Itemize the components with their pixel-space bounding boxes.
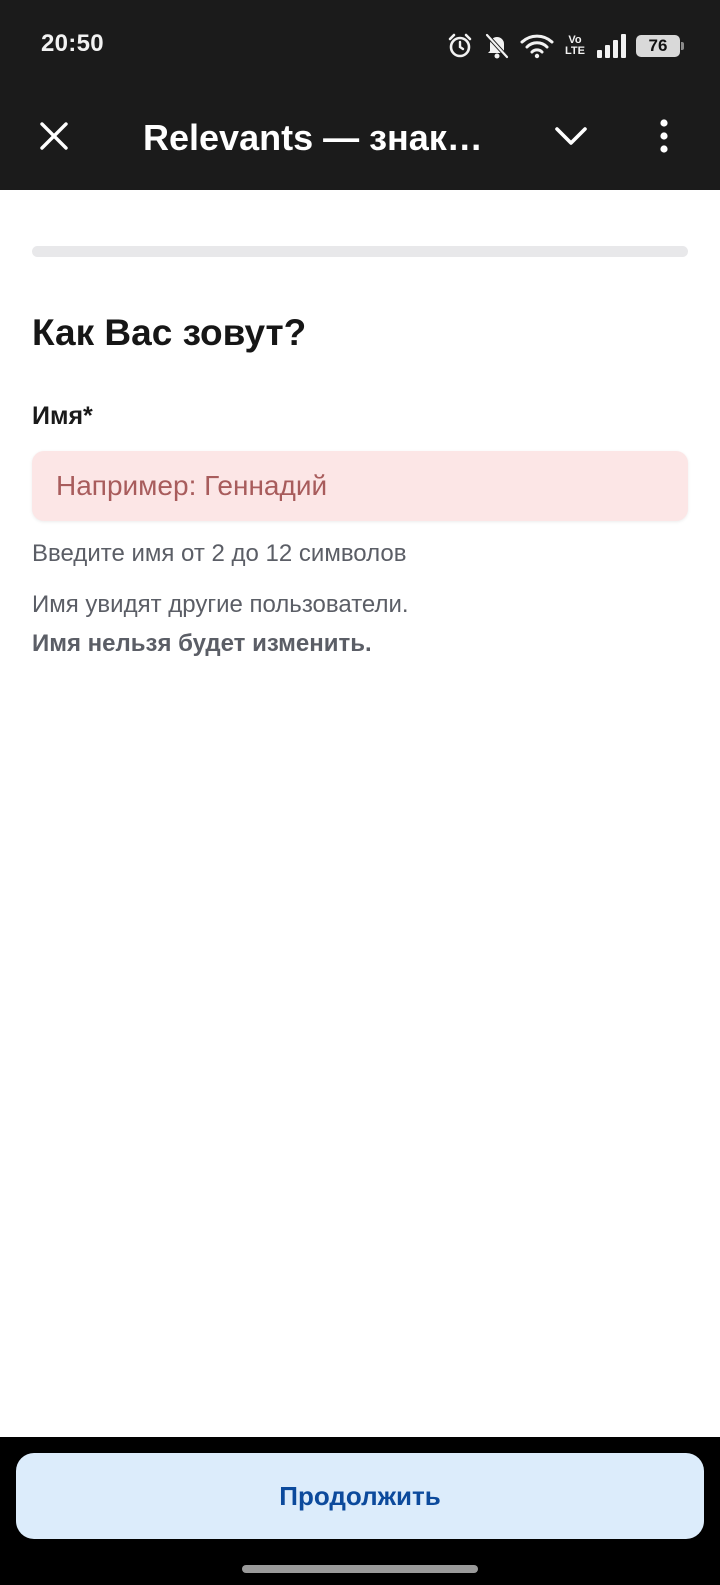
- status-icons: Vo LTE 76: [446, 30, 684, 62]
- volte-indicator: Vo LTE: [565, 34, 585, 57]
- continue-button[interactable]: Продолжить: [16, 1453, 704, 1539]
- signal-icon: [596, 34, 626, 58]
- name-field-label: Имя*: [32, 402, 93, 430]
- page-title-bar: Relevants — знак…: [143, 117, 483, 158]
- home-indicator[interactable]: [242, 1565, 478, 1573]
- close-icon: [39, 121, 69, 156]
- visibility-info: Имя увидят другие пользователи.: [32, 591, 409, 618]
- bell-muted-icon: [484, 32, 510, 60]
- status-time: 20:50: [41, 30, 104, 57]
- collapse-button[interactable]: [545, 112, 597, 164]
- status-bar: 20:50 Vo LTE 76: [0, 0, 720, 88]
- wifi-icon: [520, 33, 554, 59]
- chevron-down-icon: [554, 126, 588, 151]
- question-title: Как Вас зовут?: [32, 312, 307, 353]
- alarm-icon: [446, 32, 474, 60]
- battery-level: 76: [648, 36, 668, 55]
- app-toolbar: Relevants — знак…: [0, 88, 720, 190]
- immutable-warning: Имя нельзя будет изменить.: [32, 630, 372, 657]
- battery-icon: 76: [636, 35, 684, 57]
- name-input[interactable]: [32, 451, 688, 521]
- close-button[interactable]: [28, 112, 80, 164]
- name-hint: Введите имя от 2 до 12 символов: [32, 540, 407, 567]
- more-options-button[interactable]: [638, 112, 690, 164]
- progress-bar: [32, 246, 688, 257]
- more-vertical-icon: [659, 118, 669, 158]
